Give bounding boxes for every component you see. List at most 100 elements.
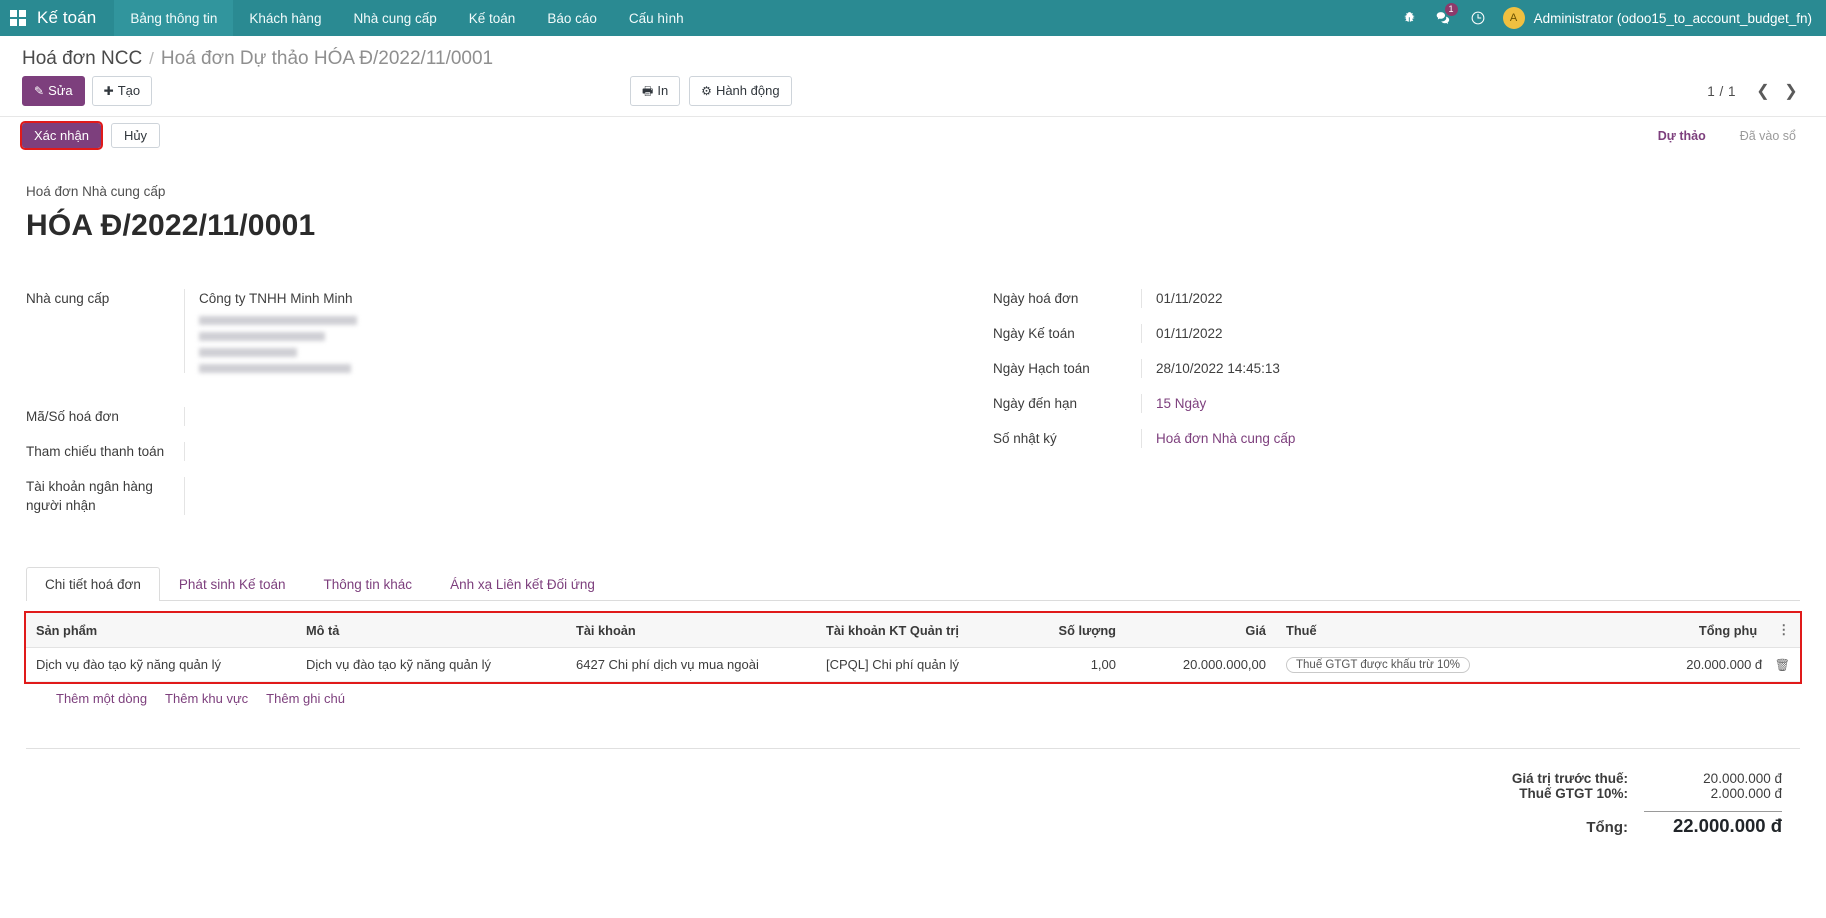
table-row[interactable]: Dịch vụ đào tạo kỹ năng quản lý Dịch vụ … xyxy=(26,647,1800,682)
field-accounting-date-label: Ngày Kế toán xyxy=(993,326,1075,341)
nav-item-customers[interactable]: Khách hàng xyxy=(233,0,337,36)
redacted-line xyxy=(199,364,351,373)
stage-draft[interactable]: Dự thảo xyxy=(1640,125,1722,147)
edit-button[interactable]: ✎ Sửa xyxy=(22,76,85,106)
totals-table: Giá trị trước thuế: 20.000.000 đ Thuế GT… xyxy=(1464,771,1782,837)
action-button[interactable]: ⚙ Hành động xyxy=(689,76,792,106)
field-due-date: Ngày đến hạn 15 Ngày xyxy=(993,394,1800,413)
totals-total-value: 22.000.000 đ xyxy=(1644,811,1782,837)
trash-icon[interactable]: 🗑 xyxy=(1775,658,1790,672)
field-journal-label: Số nhật ký xyxy=(993,431,1057,446)
nav-item-accounting[interactable]: Kế toán xyxy=(453,0,532,36)
breadcrumb-root[interactable]: Hoá đơn NCC xyxy=(22,48,142,70)
field-journal-value[interactable]: Hoá đơn Nhà cung cấp xyxy=(1141,429,1351,448)
tab-invoice-lines[interactable]: Chi tiết hoá đơn xyxy=(26,567,160,601)
field-due-date-value[interactable]: 15 Ngày xyxy=(1141,394,1351,413)
chevron-right-icon[interactable]: ❯ xyxy=(1778,78,1804,104)
navbar-menu: Bảng thông tin Khách hàng Nhà cung cấp K… xyxy=(114,0,699,36)
form-subtitle: Hoá đơn Nhà cung cấp xyxy=(26,184,166,199)
cell-taxes[interactable]: Thuế GTGT được khấu trừ 10% xyxy=(1276,647,1536,682)
field-recipient-bank-value[interactable] xyxy=(184,477,394,515)
tax-tag: Thuế GTGT được khấu trừ 10% xyxy=(1286,657,1470,673)
field-posting-date-value[interactable]: 28/10/2022 14:45:13 xyxy=(1141,359,1351,378)
confirm-button[interactable]: Xác nhận xyxy=(20,121,103,150)
nav-item-vendors[interactable]: Nhà cung cấp xyxy=(337,0,452,36)
col-taxes[interactable]: Thuế xyxy=(1276,613,1536,648)
add-section-button[interactable]: Thêm khu vực xyxy=(165,691,248,706)
cell-subtotal: 20.000.000 đ xyxy=(1686,657,1763,672)
tab-mapping[interactable]: Ánh xạ Liên kết Đối ứng xyxy=(431,567,614,601)
field-invoice-date: Ngày hoá đơn 01/11/2022 xyxy=(993,289,1800,308)
cell-account[interactable]: 6427 Chi phí dịch vụ mua ngoài xyxy=(566,647,816,682)
bug-icon[interactable] xyxy=(1393,0,1427,36)
add-line-button[interactable]: Thêm một dòng xyxy=(56,691,147,706)
cancel-button[interactable]: Hủy xyxy=(110,123,161,148)
field-invoice-date-value[interactable]: 01/11/2022 xyxy=(1141,289,1351,308)
user-name: Administrator (odoo15_to_account_budget_… xyxy=(1533,10,1812,26)
field-accounting-date-value[interactable]: 01/11/2022 xyxy=(1141,324,1351,343)
stage-posted[interactable]: Đã vào sổ xyxy=(1722,125,1812,147)
avatar: A xyxy=(1502,7,1525,29)
print-button-label: In xyxy=(657,83,669,98)
status-stages: Dự thảo Đã vào sổ xyxy=(1640,125,1812,147)
field-vendor-value-wrap[interactable]: Công ty TNHH Minh Minh xyxy=(184,289,394,373)
field-vendor-label: Nhà cung cấp xyxy=(26,291,110,306)
cell-product[interactable]: Dịch vụ đào tạo kỹ năng quản lý xyxy=(26,647,296,682)
create-button-label: Tạo xyxy=(117,83,141,98)
add-note-button[interactable]: Thêm ghi chú xyxy=(266,691,345,706)
pager-value: 1 / 1 xyxy=(1707,83,1736,99)
chevron-left-icon[interactable]: ❮ xyxy=(1750,78,1776,104)
app-name[interactable]: Kế toán xyxy=(37,8,114,28)
cell-analytic-account[interactable]: [CPQL] Chi phí quản lý xyxy=(816,647,1016,682)
totals-untaxed-value: 20.000.000 đ xyxy=(1703,771,1782,786)
vertical-dots-icon[interactable]: ⋮ xyxy=(1767,613,1800,648)
printer-icon: 🖶 xyxy=(642,84,654,98)
cell-price[interactable]: 20.000.000,00 xyxy=(1126,647,1276,682)
field-recipient-bank-label: Tài khoản ngân hàng người nhận xyxy=(26,479,153,513)
control-panel: ✎ Sửa ✚ Tạo 🖶 In ⚙ Hành động 1 / 1 ❮ ❯ xyxy=(0,76,1826,116)
field-posting-date-label: Ngày Hạch toán xyxy=(993,361,1090,376)
totals-section: Giá trị trước thuế: 20.000.000 đ Thuế GT… xyxy=(0,749,1826,837)
cell-quantity[interactable]: 1,00 xyxy=(1016,647,1126,682)
tab-journal-items[interactable]: Phát sinh Kế toán xyxy=(160,567,305,601)
tab-other-info[interactable]: Thông tin khác xyxy=(305,567,432,601)
breadcrumb-separator: / xyxy=(149,49,154,68)
table-header-row: Sản phẩm Mô tả Tài khoản Tài khoản KT Qu… xyxy=(26,613,1800,648)
gear-icon: ⚙ xyxy=(701,84,712,98)
messages-icon[interactable]: 1 xyxy=(1427,0,1461,36)
field-accounting-date: Ngày Kế toán 01/11/2022 xyxy=(993,324,1800,343)
vendor-address-redacted xyxy=(199,308,394,373)
user-menu[interactable]: A Administrator (odoo15_to_account_budge… xyxy=(1502,7,1812,29)
nav-item-reporting[interactable]: Báo cáo xyxy=(531,0,613,36)
col-account[interactable]: Tài khoản xyxy=(566,613,816,648)
action-button-label: Hành động xyxy=(715,83,780,98)
totals-tax-row: Thuế GTGT 10%: 2.000.000 đ xyxy=(1464,786,1782,802)
create-button[interactable]: ✚ Tạo xyxy=(91,76,153,106)
notebook-tabs: Chi tiết hoá đơn Phát sinh Kế toán Thông… xyxy=(26,567,1800,601)
invoice-lines-table-wrapper: Sản phẩm Mô tả Tài khoản Tài khoản KT Qu… xyxy=(24,611,1802,684)
invoice-lines-body: Dịch vụ đào tạo kỹ năng quản lý Dịch vụ … xyxy=(26,647,1800,682)
field-bill-reference: Mã/Số hoá đơn xyxy=(26,407,913,426)
col-description[interactable]: Mô tả xyxy=(296,613,566,648)
apps-grid-icon[interactable] xyxy=(10,10,26,26)
col-quantity[interactable]: Số lượng xyxy=(1016,613,1126,648)
clock-icon[interactable] xyxy=(1461,0,1495,36)
nav-item-dashboard[interactable]: Bảng thông tin xyxy=(114,0,234,36)
totals-untaxed-row: Giá trị trước thuế: 20.000.000 đ xyxy=(1464,771,1782,786)
col-analytic-account[interactable]: Tài khoản KT Quản trị xyxy=(816,613,1016,648)
field-bill-reference-value[interactable] xyxy=(184,407,394,426)
col-price[interactable]: Giá xyxy=(1126,613,1276,648)
nav-item-configuration[interactable]: Cấu hình xyxy=(613,0,700,36)
field-payment-reference: Tham chiếu thanh toán xyxy=(26,442,913,461)
cell-description[interactable]: Dịch vụ đào tạo kỹ năng quản lý xyxy=(296,647,566,682)
status-bar-buttons: Xác nhận Hủy xyxy=(20,121,161,150)
redacted-line xyxy=(199,332,325,341)
print-button[interactable]: 🖶 In xyxy=(630,76,681,106)
form-columns: Nhà cung cấp Công ty TNHH Minh Minh Mã/S… xyxy=(26,289,1800,531)
navbar-brand-group: Kế toán xyxy=(0,0,114,36)
field-journal: Số nhật ký Hoá đơn Nhà cung cấp xyxy=(993,429,1800,448)
col-product[interactable]: Sản phẩm xyxy=(26,613,296,648)
field-payment-reference-value[interactable] xyxy=(184,442,394,461)
field-vendor-value[interactable]: Công ty TNHH Minh Minh xyxy=(199,289,394,308)
col-subtotal[interactable]: Tổng phụ xyxy=(1536,613,1768,648)
